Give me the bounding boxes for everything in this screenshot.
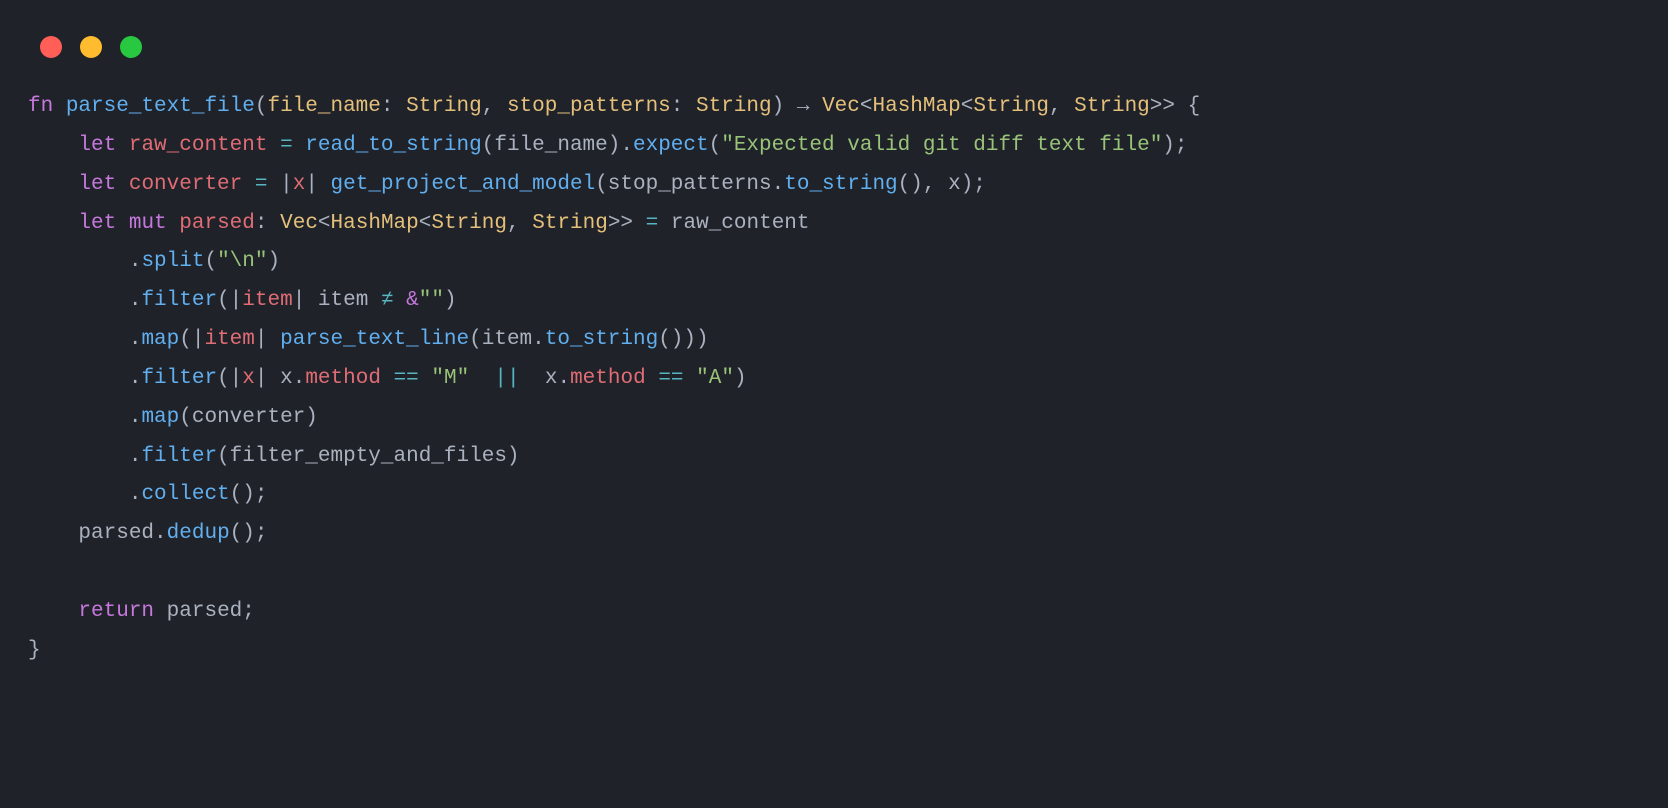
code-line: .filter(|x| x.method == "M" || x.method … [28, 367, 747, 390]
variable: raw_content [129, 134, 268, 157]
parameter: file_name [267, 95, 380, 118]
keyword-mut: mut [129, 212, 167, 235]
arrow-operator: → [797, 95, 810, 118]
code-line: fn parse_text_file(file_name: String, st… [28, 95, 1200, 118]
code-editor[interactable]: fn parse_text_file(file_name: String, st… [0, 86, 1668, 699]
code-line: .split("\n") [28, 250, 280, 273]
type: String [406, 95, 482, 118]
keyword-return: return [78, 600, 154, 623]
keyword-fn: fn [28, 95, 53, 118]
function-call: read_to_string [305, 134, 481, 157]
code-line: let raw_content = read_to_string(file_na… [28, 134, 1188, 157]
close-icon[interactable] [40, 36, 62, 58]
minimize-icon[interactable] [80, 36, 102, 58]
zoom-icon[interactable] [120, 36, 142, 58]
type: String [696, 95, 772, 118]
or-operator: || [494, 367, 519, 390]
code-line: let converter = |x| get_project_and_mode… [28, 173, 986, 196]
code-line: .filter(|item| item ≠ &"") [28, 289, 457, 312]
code-line: .map(converter) [28, 406, 318, 429]
parameter: stop_patterns [507, 95, 671, 118]
keyword-let: let [78, 134, 116, 157]
window-titlebar [0, 0, 1668, 86]
code-line: .filter(filter_empty_and_files) [28, 445, 520, 468]
code-line: .collect(); [28, 483, 267, 506]
string-literal: "Expected valid git diff text file" [721, 134, 1162, 157]
code-line: parsed.dedup(); [28, 522, 267, 545]
code-line: let mut parsed: Vec<HashMap<String, Stri… [28, 212, 810, 235]
code-line: } [28, 639, 41, 662]
function-name: parse_text_file [66, 95, 255, 118]
code-line: .map(|item| parse_text_line(item.to_stri… [28, 328, 709, 351]
code-line: return parsed; [28, 600, 255, 623]
code-window: fn parse_text_file(file_name: String, st… [0, 0, 1668, 808]
not-equal-operator: ≠ [381, 289, 394, 312]
